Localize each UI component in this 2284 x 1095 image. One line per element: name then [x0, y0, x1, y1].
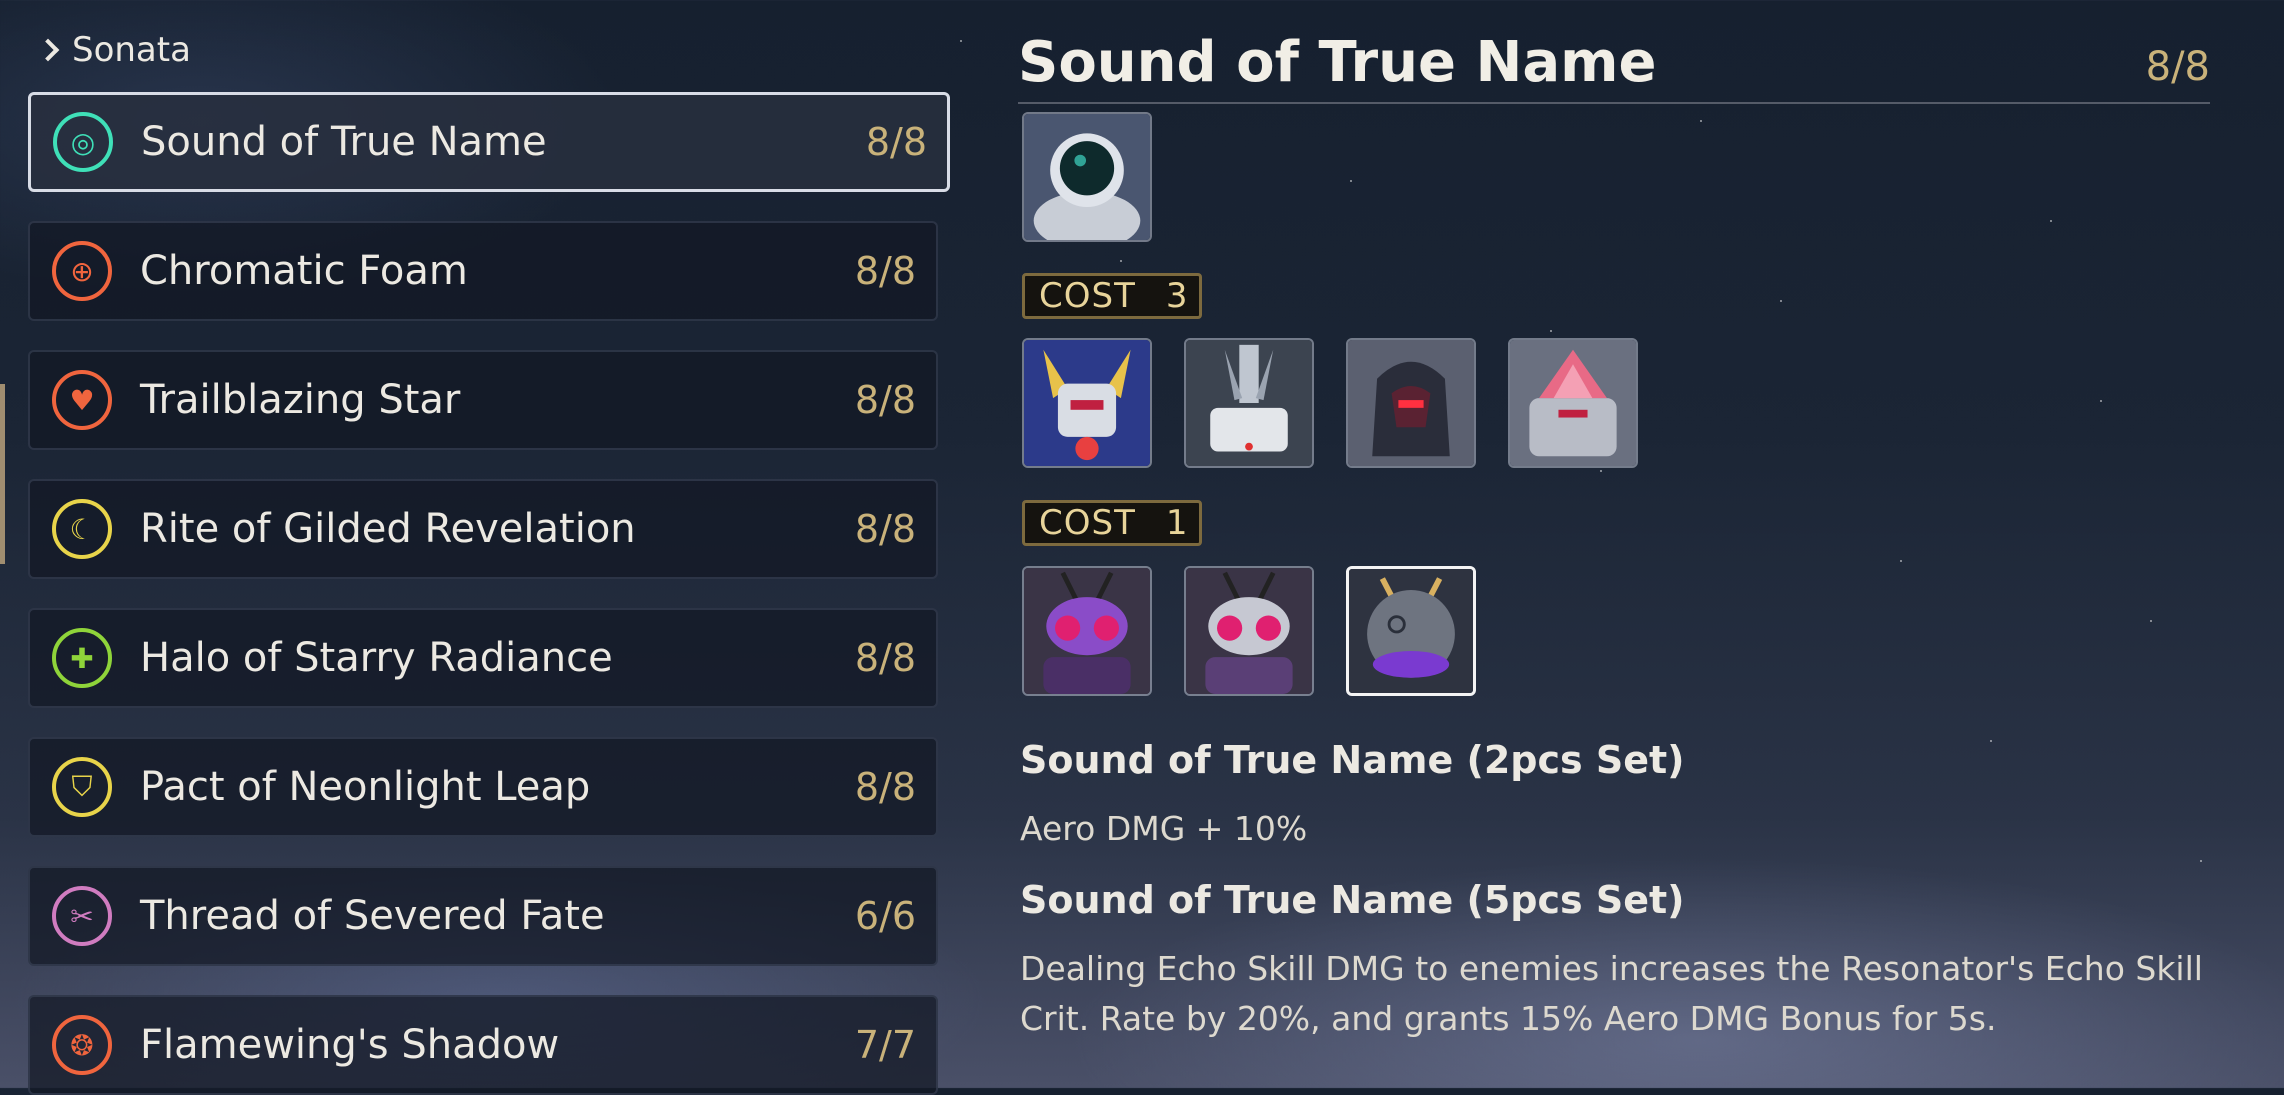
crosshair-icon: ⊕ — [52, 241, 112, 301]
set-item-halo-of-starry-radiance[interactable]: ✚ Halo of Starry Radiance 8/8 — [28, 608, 938, 708]
hooded-mech-echo-icon[interactable] — [1346, 338, 1476, 468]
cost-1-badge: COST 1 — [1022, 500, 1202, 546]
detail-count: 8/8 — [2145, 44, 2210, 90]
orb-echo-icon[interactable] — [1346, 566, 1476, 696]
white-mech-echo-icon[interactable] — [1184, 338, 1314, 468]
scroll-indicator — [0, 384, 5, 564]
set-item-chromatic-foam[interactable]: ⊕ Chromatic Foam 8/8 — [28, 221, 938, 321]
set-count: 7/7 — [854, 1023, 916, 1067]
set-name: Rite of Gilded Revelation — [140, 506, 636, 552]
set-item-thread-of-severed-fate[interactable]: ✂ Thread of Severed Fate 6/6 — [28, 866, 938, 966]
set-name: Chromatic Foam — [140, 248, 468, 294]
set-count: 8/8 — [865, 120, 927, 164]
shield-plus-icon: ✚ — [52, 628, 112, 688]
set-name: Halo of Starry Radiance — [140, 635, 613, 681]
set-name: Flamewing's Shadow — [140, 1022, 560, 1068]
cost-3-badge: COST 3 — [1022, 273, 1202, 319]
set-item-sound-of-true-name[interactable]: ◎ Sound of True Name 8/8 — [28, 92, 950, 192]
set-item-pact-of-neonlight-leap[interactable]: ⛉ Pact of Neonlight Leap 8/8 — [28, 737, 938, 837]
silver-insect-echo-icon[interactable] — [1184, 566, 1314, 696]
set-item-trailblazing-star[interactable]: ♥ Trailblazing Star 8/8 — [28, 350, 938, 450]
set-count: 6/6 — [854, 894, 916, 938]
set-count: 8/8 — [854, 636, 916, 680]
divider — [1018, 102, 2210, 104]
set-item-rite-of-gilded-revelation[interactable]: ☾ Rite of Gilded Revelation 8/8 — [28, 479, 938, 579]
set-item-flamewings-shadow[interactable]: ❂ Flamewing's Shadow 7/7 — [28, 995, 938, 1095]
breadcrumb-label: Sonata — [72, 30, 191, 70]
flame-icon: ❂ — [52, 1015, 112, 1075]
set-5pc-title: Sound of True Name (5pcs Set) — [1020, 878, 1685, 922]
scissors-icon: ✂ — [52, 886, 112, 946]
gold-mech-echo-icon[interactable] — [1022, 338, 1152, 468]
crescent-icon: ☾ — [52, 499, 112, 559]
cost-label: COST — [1039, 276, 1136, 316]
set-count: 8/8 — [854, 378, 916, 422]
astronaut-echo-icon[interactable] — [1022, 112, 1152, 242]
cost-value: 3 — [1165, 276, 1189, 316]
set-name: Pact of Neonlight Leap — [140, 764, 591, 810]
purple-insect-echo-icon[interactable] — [1022, 566, 1152, 696]
shield-icon: ⛉ — [52, 757, 112, 817]
heart-icon: ♥ — [52, 370, 112, 430]
set-name: Trailblazing Star — [140, 377, 461, 423]
detail-title: Sound of True Name — [1018, 30, 1657, 95]
chevron-right-icon — [36, 38, 60, 62]
pink-mech-echo-icon[interactable] — [1508, 338, 1638, 468]
breadcrumb[interactable]: Sonata — [36, 30, 191, 70]
set-count: 8/8 — [854, 507, 916, 551]
set-count: 8/8 — [854, 249, 916, 293]
set-name: Sound of True Name — [141, 119, 547, 165]
set-name: Thread of Severed Fate — [140, 893, 605, 939]
set-count: 8/8 — [854, 765, 916, 809]
target-icon: ◎ — [53, 112, 113, 172]
set-2pc-title: Sound of True Name (2pcs Set) — [1020, 738, 1685, 782]
set-2pc-description: Aero DMG + 10% — [1020, 809, 1308, 848]
cost-label: COST — [1039, 503, 1136, 543]
set-5pc-description: Dealing Echo Skill DMG to enemies increa… — [1020, 949, 2203, 1038]
cost-value: 1 — [1165, 503, 1189, 543]
